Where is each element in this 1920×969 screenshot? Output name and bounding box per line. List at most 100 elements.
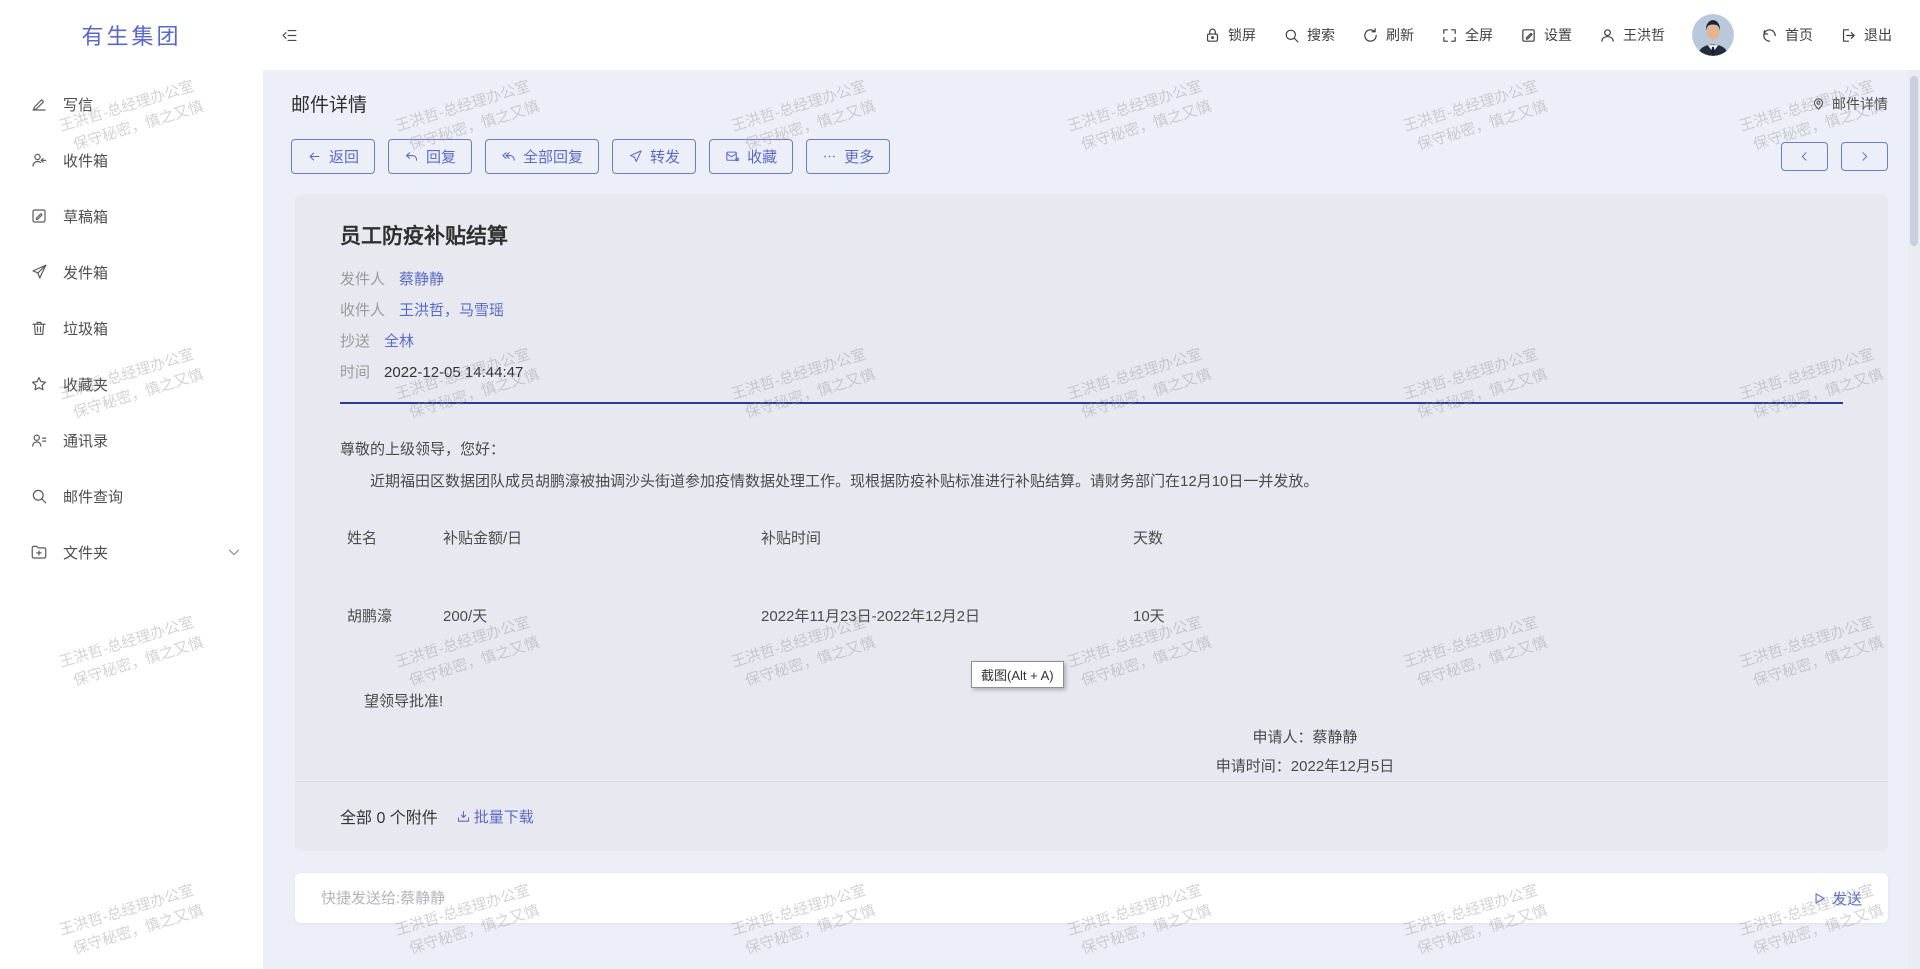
reply-all-button[interactable]: 全部回复: [485, 139, 599, 174]
chevron-right-icon: [1858, 150, 1871, 163]
lock-screen-button[interactable]: 锁屏: [1204, 25, 1256, 45]
trash-icon: [30, 319, 48, 337]
sidebar-item-favorites[interactable]: 收藏夹: [0, 356, 263, 412]
subsidy-table: 姓名 补贴金额/日 补贴时间 天数 胡鹏濠 200/天 2022年11月23日-…: [340, 527, 1843, 626]
main-content: 邮件详情 邮件详情 返回 回复 全部回复 转发: [263, 70, 1920, 969]
avatar-photo-icon: [1692, 14, 1734, 56]
sidebar-item-sent[interactable]: 发件箱: [0, 244, 263, 300]
search-icon: [30, 487, 48, 505]
paper-plane-icon: [30, 263, 48, 281]
arrow-left-icon: [307, 149, 322, 164]
breadcrumb: 邮件详情: [1811, 94, 1888, 114]
from-label: 发件人: [340, 264, 385, 295]
prev-mail-button[interactable]: [1781, 142, 1828, 171]
mail-star-icon: [725, 149, 740, 164]
from-value[interactable]: 蔡静静: [399, 264, 444, 295]
quick-reply-input[interactable]: [321, 890, 1812, 907]
fullscreen-icon: [1441, 27, 1458, 44]
table-cell: 200/天: [436, 605, 754, 626]
brand-logo: 有生集团: [0, 19, 263, 51]
time-label: 时间: [340, 357, 370, 388]
send-button[interactable]: 发送: [1812, 888, 1862, 909]
chevron-left-icon: [1798, 150, 1811, 163]
screenshot-tooltip: 截图(Alt + A): [971, 661, 1064, 688]
reply-icon: [404, 149, 419, 164]
mail-to-row: 收件人 王洪哲，马雪瑶: [340, 295, 1843, 326]
refresh-icon: [1362, 27, 1379, 44]
sidebar-item-mail-search[interactable]: 邮件查询: [0, 468, 263, 524]
applicant-name: 申请人：蔡静静: [1140, 723, 1470, 752]
logout-icon: [1840, 27, 1857, 44]
favorite-button[interactable]: 收藏: [709, 139, 793, 174]
location-pin-icon: [1811, 96, 1826, 111]
sidebar-item-drafts[interactable]: 草稿箱: [0, 188, 263, 244]
mail-detail-card: 员工防疫补贴结算 发件人 蔡静静 收件人 王洪哲，马雪瑶 抄送 全林 时间 20…: [295, 194, 1888, 851]
cc-label: 抄送: [340, 326, 370, 357]
mail-paragraph: 近期福田区数据团队成员胡鹏濠被抽调沙头街道参加疫情数据处理工作。现根据防疫补贴标…: [340, 470, 1843, 491]
person-inbox-icon: [30, 151, 48, 169]
table-header: 天数: [1126, 527, 1843, 548]
table-header: 姓名: [340, 527, 436, 548]
table-cell: 2022年11月23日-2022年12月2日: [754, 605, 1126, 626]
user-icon: [1599, 27, 1616, 44]
settings-button[interactable]: 设置: [1520, 25, 1572, 45]
mail-greeting: 尊敬的上级领导，您好：: [340, 438, 1843, 459]
mail-subject: 员工防疫补贴结算: [340, 220, 1843, 250]
more-button[interactable]: 更多: [806, 139, 890, 174]
back-home-icon: [1761, 27, 1778, 44]
to-value[interactable]: 王洪哲，马雪瑶: [399, 295, 504, 326]
table-header-row: 姓名 补贴金额/日 补贴时间 天数: [340, 527, 1843, 548]
mail-header: 员工防疫补贴结算 发件人 蔡静静 收件人 王洪哲，马雪瑶 抄送 全林 时间 20…: [295, 194, 1888, 404]
search-button[interactable]: 搜索: [1283, 25, 1335, 45]
ellipsis-icon: [822, 149, 837, 164]
page-header: 邮件详情 邮件详情 返回 回复 全部回复 转发: [263, 70, 1920, 174]
mail-from-row: 发件人 蔡静静: [340, 264, 1843, 295]
scrollbar-track: [1908, 70, 1920, 969]
cc-value[interactable]: 全林: [384, 326, 414, 357]
attachments-bar: 全部 0 个附件 批量下载: [295, 782, 1888, 852]
quick-reply-bar: 发送: [295, 873, 1888, 923]
search-icon: [1283, 27, 1300, 44]
sidebar-item-trash[interactable]: 垃圾箱: [0, 300, 263, 356]
sidebar: 写信 收件箱 草稿箱 发件箱 垃圾箱 收藏夹 通讯录 邮件查询 文件夹: [0, 70, 263, 969]
mail-cc-row: 抄送 全林: [340, 326, 1843, 357]
reply-button[interactable]: 回复: [388, 139, 472, 174]
table-header: 补贴金额/日: [436, 527, 754, 548]
back-button[interactable]: 返回: [291, 139, 375, 174]
batch-download-link[interactable]: 批量下载: [456, 806, 534, 827]
sidebar-item-contacts[interactable]: 通讯录: [0, 412, 263, 468]
sidebar-item-compose[interactable]: 写信: [0, 76, 263, 132]
menu-fold-icon: [281, 27, 298, 44]
draft-icon: [30, 207, 48, 225]
to-label: 收件人: [340, 295, 385, 326]
forward-icon: [628, 149, 643, 164]
scrollbar-thumb[interactable]: [1910, 76, 1918, 246]
logout-button[interactable]: 退出: [1840, 25, 1892, 45]
home-button[interactable]: 首页: [1761, 25, 1813, 45]
sidebar-collapse-button[interactable]: [281, 27, 298, 44]
mail-pager: [1781, 142, 1888, 171]
refresh-button[interactable]: 刷新: [1362, 25, 1414, 45]
fullscreen-button[interactable]: 全屏: [1441, 25, 1493, 45]
next-mail-button[interactable]: [1841, 142, 1888, 171]
mail-body: 尊敬的上级领导，您好： 近期福田区数据团队成员胡鹏濠被抽调沙头街道参加疫情数据处…: [295, 404, 1888, 781]
edit-square-icon: [1520, 27, 1537, 44]
table-header: 补贴时间: [754, 527, 1126, 548]
avatar[interactable]: [1692, 14, 1734, 56]
sidebar-item-inbox[interactable]: 收件箱: [0, 132, 263, 188]
chevron-down-icon: [225, 543, 243, 561]
applicant-date: 申请时间：2022年12月5日: [1140, 752, 1470, 781]
folder-plus-icon: [30, 543, 48, 561]
star-icon: [30, 375, 48, 393]
time-value: 2022-12-05 14:44:47: [384, 357, 523, 388]
send-triangle-icon: [1812, 891, 1827, 906]
forward-button[interactable]: 转发: [612, 139, 696, 174]
lock-icon: [1204, 27, 1221, 44]
download-icon: [456, 809, 471, 824]
sidebar-item-folders[interactable]: 文件夹: [0, 524, 263, 580]
mail-time-row: 时间 2022-12-05 14:44:47: [340, 357, 1843, 388]
mail-closing: 望领导批准!: [364, 690, 1843, 711]
table-cell: 胡鹏濠: [340, 605, 436, 626]
page-title: 邮件详情: [291, 90, 367, 117]
current-user[interactable]: 王洪哲: [1599, 25, 1665, 45]
